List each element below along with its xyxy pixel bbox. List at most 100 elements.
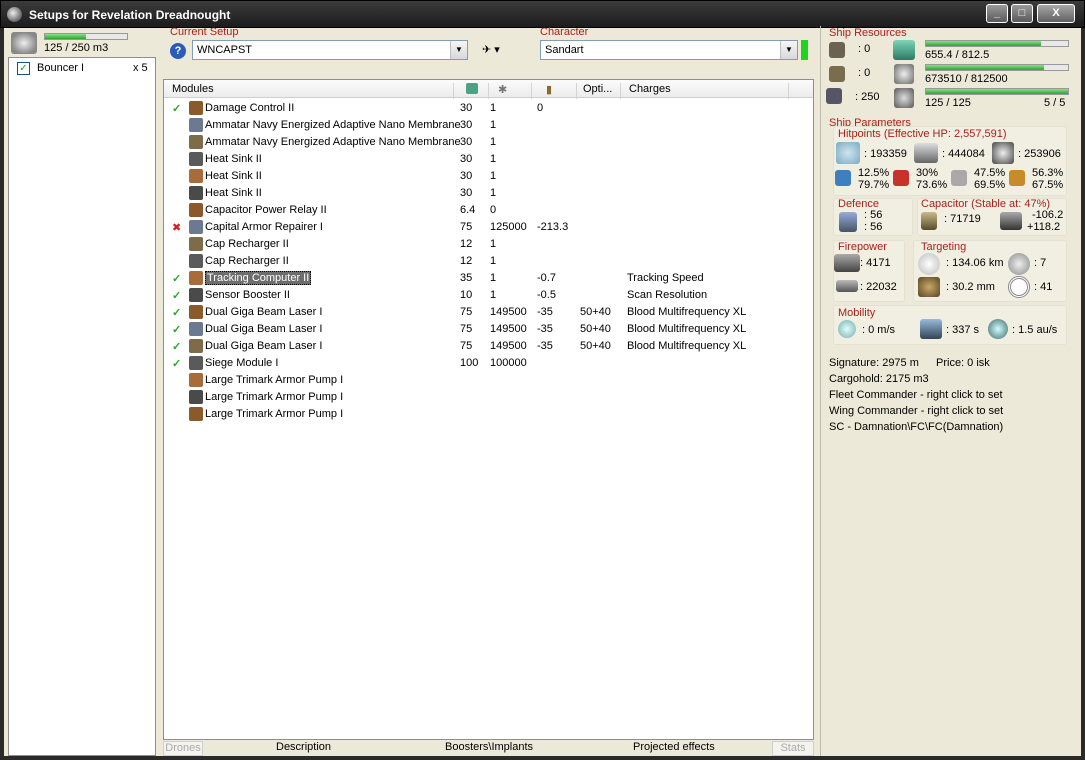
tab-drones[interactable]: Drones bbox=[163, 741, 203, 756]
shield-icon bbox=[836, 142, 860, 164]
character-caption: Character bbox=[540, 26, 589, 38]
tab-boosters[interactable]: Boosters\Implants bbox=[445, 741, 533, 756]
header-modules[interactable]: Modules bbox=[172, 83, 214, 95]
cell-c: -0.5 bbox=[537, 289, 556, 301]
app-icon bbox=[7, 7, 22, 22]
cell-a: 30 bbox=[460, 119, 473, 131]
align-time: : 337 s bbox=[946, 324, 980, 336]
table-row[interactable]: Cap Recharger II 12 1 bbox=[164, 253, 813, 270]
close-button[interactable]: X bbox=[1037, 4, 1075, 23]
module-icon bbox=[189, 186, 203, 200]
cpu-icon[interactable] bbox=[466, 83, 478, 94]
cpu-bar bbox=[925, 40, 1069, 47]
table-row[interactable]: Large Trimark Armor Pump I bbox=[164, 389, 813, 406]
cell-name: Heat Sink II bbox=[205, 187, 262, 199]
header-optimal[interactable]: Opti... bbox=[583, 83, 612, 95]
offline-icon: ✖ bbox=[172, 222, 182, 234]
cell-b: 1 bbox=[490, 272, 497, 284]
thermal-shield: 30% bbox=[916, 167, 939, 179]
module-icon bbox=[189, 203, 203, 217]
cell-a: 30 bbox=[460, 153, 473, 165]
tab-projected[interactable]: Projected effects bbox=[633, 741, 715, 756]
table-row[interactable]: Heat Sink II 30 1 bbox=[164, 151, 813, 168]
drone-checkbox[interactable]: ✓ bbox=[17, 62, 30, 75]
drone-bay-bar bbox=[44, 33, 128, 40]
defence-icon bbox=[839, 212, 857, 232]
wing-commander[interactable]: Wing Commander - right click to set bbox=[829, 405, 1003, 417]
table-row[interactable]: Large Trimark Armor Pump I bbox=[164, 372, 813, 389]
character-select[interactable]: Sandart ▼ bbox=[540, 40, 798, 60]
powergrid-bar bbox=[925, 64, 1069, 71]
high-slot-icon bbox=[829, 42, 845, 58]
cell-a: 75 bbox=[460, 323, 473, 335]
table-row[interactable]: ✓ Dual Giga Beam Laser I 75 149500 -35 50+40 B… bbox=[164, 338, 813, 355]
check-icon: ✓ bbox=[172, 358, 182, 370]
cell-name: Dual Giga Beam Laser I bbox=[205, 306, 323, 318]
cell-name: Heat Sink II bbox=[205, 170, 262, 182]
cell-b: 1 bbox=[490, 136, 497, 148]
drone-bay-capacity: 125 / 250 m3 bbox=[44, 42, 109, 54]
cell-name: Capacitor Power Relay II bbox=[205, 204, 327, 216]
table-row[interactable]: ✓ Sensor Booster II 10 1 -0.5 Scan Resolution bbox=[164, 287, 813, 304]
minimize-button[interactable]: _ bbox=[986, 4, 1008, 23]
fleet-commander[interactable]: Fleet Commander - right click to set bbox=[829, 389, 1003, 401]
cell-name: Dual Giga Beam Laser I bbox=[205, 340, 323, 352]
table-row[interactable]: Ammatar Navy Energized Adaptive Nano Mem… bbox=[164, 117, 813, 134]
table-row[interactable]: Large Trimark Armor Pump I bbox=[164, 406, 813, 423]
cell-b: 100000 bbox=[490, 357, 527, 369]
powergrid-icon[interactable]: ✱ bbox=[498, 83, 507, 96]
module-icon bbox=[189, 322, 203, 336]
table-row[interactable]: ✓ Dual Giga Beam Laser I 75 149500 -35 50+40 B… bbox=[164, 304, 813, 321]
table-row[interactable]: ✖ Capital Armor Repairer I 75 125000 -213.3 bbox=[164, 219, 813, 236]
table-row[interactable]: Heat Sink II 30 1 bbox=[164, 168, 813, 185]
armor-hp: : 444084 bbox=[942, 148, 985, 160]
powergrid-value: 673510 / 812500 bbox=[925, 73, 1008, 85]
header-charges[interactable]: Charges bbox=[629, 83, 671, 95]
fit-price: Price: 0 isk bbox=[936, 357, 990, 369]
table-row[interactable]: ✓ Damage Control II 30 1 0 bbox=[164, 100, 813, 117]
table-row[interactable]: Capacitor Power Relay II 6.4 0 bbox=[164, 202, 813, 219]
modules-grid: Modules ✱ ▮ Opti... Charges ✓ Damage Cont… bbox=[163, 79, 814, 740]
tab-stats[interactable]: Stats bbox=[772, 741, 814, 756]
window-title: Setups for Revelation Dreadnought bbox=[29, 8, 231, 22]
chevron-down-icon[interactable]: ▼ bbox=[780, 41, 797, 59]
module-icon bbox=[189, 390, 203, 404]
character-status-indicator bbox=[801, 40, 808, 60]
tab-description[interactable]: Description bbox=[276, 741, 331, 756]
cell-a: 30 bbox=[460, 136, 473, 148]
module-icon bbox=[189, 254, 203, 268]
module-icon bbox=[189, 305, 203, 319]
cell-c: 0 bbox=[537, 102, 544, 114]
table-row[interactable]: Ammatar Navy Energized Adaptive Nano Mem… bbox=[164, 134, 813, 151]
table-row[interactable]: Heat Sink II 30 1 bbox=[164, 185, 813, 202]
check-icon: ✓ bbox=[172, 103, 182, 115]
cell-a: 10 bbox=[460, 289, 473, 301]
hull-icon bbox=[992, 142, 1014, 164]
powergrid-icon bbox=[894, 64, 914, 84]
table-row[interactable]: ✓ Tracking Computer II 35 1 -0.7 Tracking Spe… bbox=[164, 270, 813, 287]
squad-commander[interactable]: SC - Damnation\FC\FC(Damnation) bbox=[829, 421, 1003, 433]
setup-select[interactable]: WNCAPST ▼ bbox=[192, 40, 468, 60]
capacitor-icon[interactable]: ▮ bbox=[546, 83, 552, 96]
cell-name: Dual Giga Beam Laser I bbox=[205, 323, 323, 335]
em-resist-icon bbox=[835, 170, 851, 186]
ship-menu-button[interactable]: ✈ ▾ bbox=[482, 43, 500, 56]
cell-d: 50+40 bbox=[580, 323, 611, 335]
cell-b: 149500 bbox=[490, 323, 527, 335]
em-armor: 79.7% bbox=[858, 179, 890, 191]
firepower-volley: : 22032 bbox=[860, 281, 897, 293]
cell-name: Tracking Computer II bbox=[205, 271, 312, 285]
speed-icon bbox=[838, 320, 856, 338]
maximize-button[interactable]: □ bbox=[1011, 4, 1033, 23]
table-row[interactable]: ✓ Dual Giga Beam Laser I 75 149500 -35 50+40 B… bbox=[164, 321, 813, 338]
firepower-caption: Firepower bbox=[838, 241, 887, 253]
help-icon[interactable]: ? bbox=[170, 43, 186, 59]
table-row[interactable]: ✓ Siege Module I 100 100000 bbox=[164, 355, 813, 372]
mobility-caption: Mobility bbox=[838, 307, 876, 319]
cell-b: 1 bbox=[490, 255, 497, 267]
module-icon bbox=[189, 271, 203, 285]
table-row[interactable]: Cap Recharger II 12 1 bbox=[164, 236, 813, 253]
em-shield: 12.5% bbox=[858, 167, 890, 179]
chevron-down-icon[interactable]: ▼ bbox=[450, 41, 467, 59]
check-icon: ✓ bbox=[172, 341, 182, 353]
